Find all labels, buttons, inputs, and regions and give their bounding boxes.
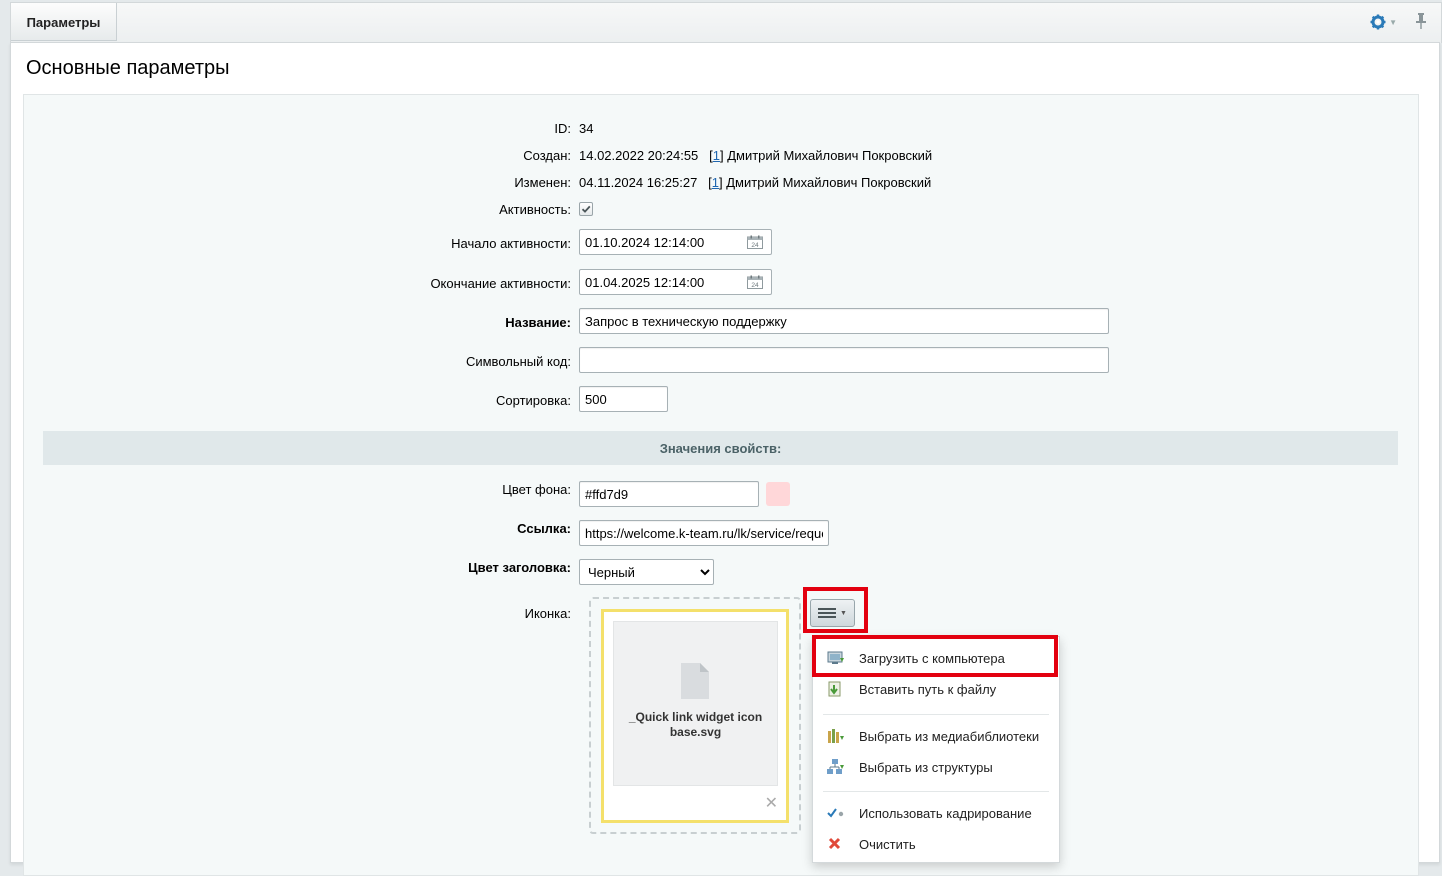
calendar-icon[interactable]: 24 [747, 235, 763, 249]
active-from-label: Начало активности: [451, 236, 571, 251]
title-color-label: Цвет заголовка: [468, 560, 571, 575]
bg-color-label: Цвет фона: [502, 482, 571, 497]
modified-value: 04.11.2024 16:25:27 [1] Дмитрий Михайлов… [579, 175, 932, 190]
hamburger-icon [818, 608, 837, 618]
id-value: 34 [579, 121, 594, 136]
insert-path-icon [828, 681, 841, 697]
active-checkbox[interactable] [579, 202, 593, 216]
file-name: _Quick link widget icon base.svg [628, 710, 763, 739]
structure-icon [827, 759, 844, 774]
id-label: ID: [554, 121, 571, 136]
delete-file-icon[interactable]: ✕ [765, 796, 778, 812]
form-area: ID: 34 Создан: 14.02.2022 20:24:55 [1] Д… [23, 94, 1419, 876]
pin-icon [1416, 13, 1426, 29]
modified-date: 04.11.2024 16:25:27 [579, 175, 698, 190]
active-from-input[interactable] [580, 230, 750, 254]
code-input[interactable] [579, 347, 1109, 373]
link-label: Ссылка: [517, 521, 571, 536]
file-card[interactable]: _Quick link widget icon base.svg ✕ [601, 609, 789, 823]
main-panel: Основные параметры ID: 34 Создан: 14.02.… [10, 42, 1440, 876]
icon-label: Иконка: [524, 606, 571, 621]
file-dropzone[interactable]: _Quick link widget icon base.svg ✕ [589, 597, 801, 834]
pin-button[interactable] [1415, 12, 1427, 33]
created-value: 14.02.2022 20:24:55 [1] Дмитрий Михайлов… [579, 148, 933, 163]
calendar-icon[interactable]: 24 [747, 275, 763, 289]
menu-item-structure[interactable]: Выбрать из структуры [813, 752, 1059, 782]
crop-toggle-icon [827, 808, 844, 818]
menu-item-crop-toggle[interactable]: Использовать кадрирование [813, 798, 1059, 828]
sort-input[interactable] [579, 386, 668, 412]
menu-item-medialibrary[interactable]: Выбрать из медиабиблиотеки [813, 721, 1059, 751]
bg-color-input[interactable] [579, 481, 759, 507]
created-user-link[interactable]: 1 [713, 148, 720, 163]
active-to-label: Окончание активности: [430, 276, 571, 291]
active-to-input[interactable] [580, 270, 750, 294]
name-input[interactable] [579, 308, 1109, 334]
created-label: Создан: [523, 148, 571, 163]
medialibrary-icon [828, 729, 844, 743]
upload-computer-icon [827, 651, 844, 664]
modified-user-link[interactable]: 1 [712, 175, 719, 190]
settings-menu-button[interactable]: ▼ [1370, 14, 1397, 30]
code-label: Символьный код: [465, 354, 571, 369]
menu-item-insert-path[interactable]: Вставить путь к файлу [813, 674, 1059, 704]
modified-label: Изменен: [514, 175, 571, 190]
chevron-down-icon: ▼ [840, 609, 847, 617]
gear-icon [1370, 14, 1386, 30]
svg-text:24: 24 [751, 242, 759, 249]
chevron-down-icon: ▼ [1389, 17, 1397, 27]
file-actions-menu-button[interactable]: ▼ [810, 599, 855, 627]
active-label: Активность: [499, 202, 571, 217]
file-thumbnail: _Quick link widget icon base.svg [613, 621, 778, 786]
section-title: Основные параметры [26, 57, 230, 79]
name-label: Название: [505, 315, 571, 330]
svg-text:24: 24 [751, 282, 759, 289]
tab-parameters[interactable]: Параметры [11, 3, 117, 41]
properties-section-header: Значения свойств: [43, 431, 1398, 465]
menu-separator [823, 714, 1049, 715]
tab-bar: Параметры ▼ [10, 2, 1442, 43]
clear-icon [828, 837, 841, 850]
menu-separator [823, 791, 1049, 792]
active-from-field: 24 [579, 229, 772, 255]
menu-item-upload-computer[interactable]: Загрузить с компьютера [813, 643, 1059, 673]
modified-user-name: Дмитрий Михайлович Покровский [726, 175, 932, 190]
file-icon [681, 663, 709, 699]
menu-item-clear[interactable]: Очистить [813, 829, 1059, 859]
link-input[interactable] [579, 520, 829, 546]
created-user-name: Дмитрий Михайлович Покровский [727, 148, 933, 163]
bg-color-swatch[interactable] [766, 482, 790, 506]
checkmark-icon [581, 205, 591, 213]
active-to-field: 24 [579, 269, 772, 295]
file-actions-popup: Загрузить с компьютера Вставить путь к ф… [812, 636, 1060, 863]
created-date: 14.02.2022 20:24:55 [579, 148, 699, 163]
sort-label: Сортировка: [496, 393, 571, 408]
title-color-select[interactable]: Черный [579, 559, 714, 585]
